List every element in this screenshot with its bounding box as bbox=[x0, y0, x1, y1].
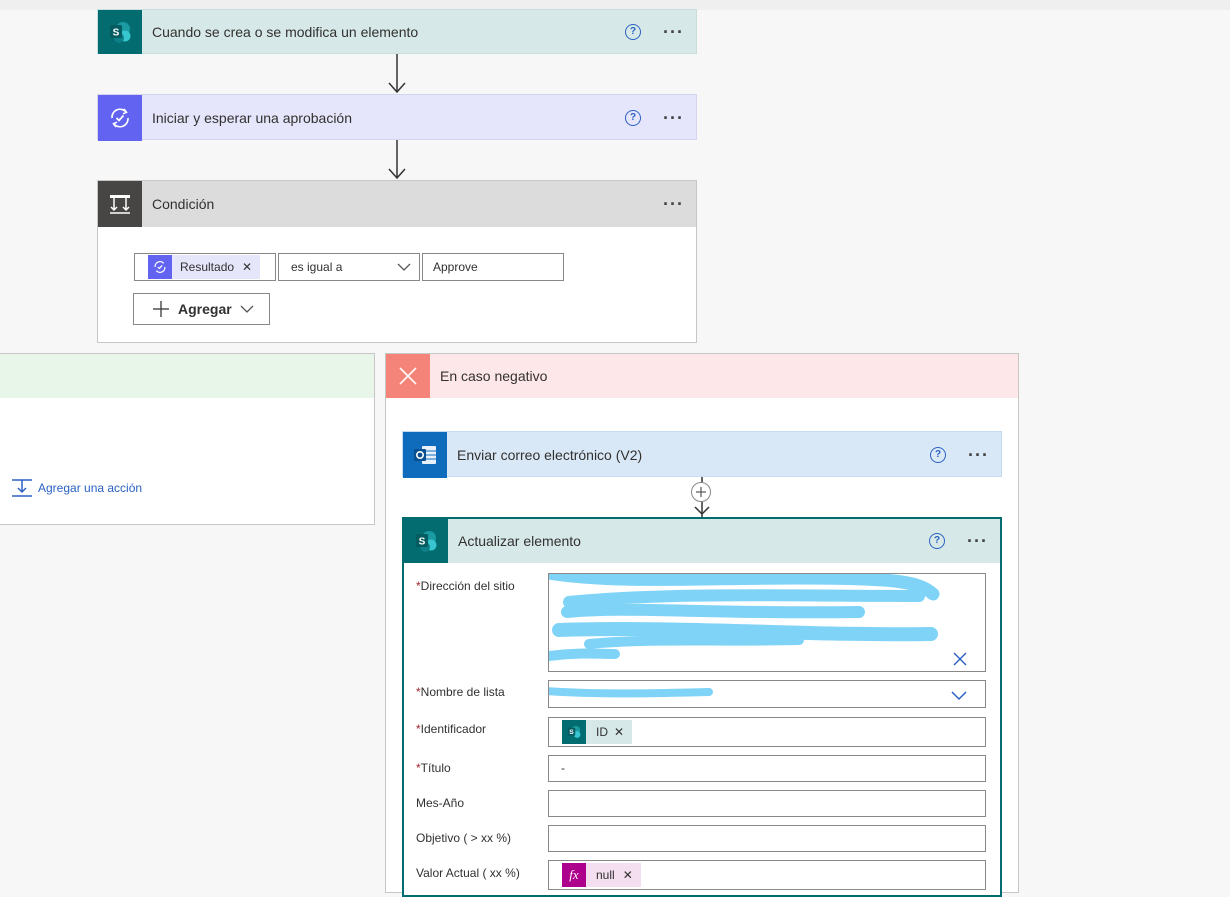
sharepoint-icon: S bbox=[562, 720, 586, 744]
list-name-field[interactable] bbox=[548, 680, 986, 708]
yes-branch: Agregar una acción bbox=[0, 353, 375, 525]
svg-text:S: S bbox=[569, 729, 574, 736]
more-options-icon[interactable]: ··· bbox=[663, 23, 684, 41]
dynamic-content-token[interactable]: Resultado ✕ bbox=[148, 255, 261, 279]
connector-arrow bbox=[388, 140, 406, 180]
no-branch-title: En caso negativo bbox=[440, 368, 548, 384]
token-label: Resultado bbox=[180, 260, 235, 274]
mes-ano-field[interactable] bbox=[548, 790, 986, 817]
svg-text:S: S bbox=[113, 28, 120, 39]
title-label: *Título bbox=[416, 761, 451, 775]
update-item-card: S Actualizar elemento ? ··· *Dirección d… bbox=[402, 517, 1002, 897]
objetivo-label: Objetivo ( > xx %) bbox=[416, 831, 512, 845]
remove-token-icon[interactable]: ✕ bbox=[242, 260, 252, 274]
add-action-label: Agregar una acción bbox=[38, 481, 143, 495]
add-action-icon bbox=[12, 479, 32, 497]
redaction-scribble bbox=[549, 574, 940, 661]
plus-icon bbox=[153, 301, 169, 317]
yes-branch-header bbox=[0, 354, 374, 398]
trigger-card[interactable]: S Cuando se crea o se modifica un elemen… bbox=[97, 9, 697, 54]
approval-title: Iniciar y esperar una aprobación bbox=[152, 110, 353, 126]
approval-icon bbox=[148, 255, 172, 279]
close-icon bbox=[386, 354, 430, 398]
clear-icon[interactable] bbox=[953, 652, 967, 666]
add-label: Agregar bbox=[178, 301, 232, 317]
identifier-label: *Identificador bbox=[416, 722, 487, 736]
redaction-scribble bbox=[549, 687, 713, 698]
more-options-icon[interactable]: ··· bbox=[968, 446, 989, 464]
help-icon[interactable]: ? bbox=[930, 447, 947, 463]
approval-icon bbox=[98, 95, 142, 141]
help-icon[interactable]: ? bbox=[625, 110, 642, 126]
add-condition-button[interactable]: Agregar bbox=[133, 293, 270, 325]
token-label: ID bbox=[596, 725, 608, 739]
svg-text:S: S bbox=[419, 537, 426, 548]
no-branch-header: En caso negativo bbox=[386, 354, 1018, 398]
help-icon[interactable]: ? bbox=[929, 533, 946, 549]
mes-ano-label: Mes-Año bbox=[416, 796, 465, 810]
sharepoint-icon: S bbox=[98, 10, 142, 54]
dynamic-content-token[interactable]: S ID ✕ bbox=[562, 720, 633, 744]
condition-title: Condición bbox=[152, 196, 215, 212]
condition-card: Condición ··· Resultado ✕ es igual a App… bbox=[97, 180, 697, 343]
title-field[interactable]: - bbox=[548, 755, 986, 782]
identifier-field[interactable]: S ID ✕ bbox=[548, 717, 986, 747]
condition-right-operand[interactable]: Approve bbox=[422, 253, 564, 281]
expression-token[interactable]: fx null ✕ bbox=[562, 863, 641, 887]
add-action-link[interactable]: Agregar una acción bbox=[11, 478, 142, 498]
more-options-icon[interactable]: ··· bbox=[663, 195, 684, 213]
outlook-icon bbox=[403, 432, 447, 478]
insert-step-plus-icon[interactable] bbox=[691, 482, 711, 502]
objetivo-field[interactable] bbox=[548, 825, 986, 852]
help-icon[interactable]: ? bbox=[625, 24, 642, 40]
chevron-down-icon bbox=[951, 691, 967, 701]
condition-left-operand[interactable]: Resultado ✕ bbox=[134, 253, 276, 281]
token-label: null bbox=[596, 868, 615, 882]
expression-icon: fx bbox=[562, 863, 586, 887]
more-options-icon[interactable]: ··· bbox=[967, 532, 988, 550]
connector-arrow bbox=[388, 54, 406, 94]
remove-token-icon[interactable]: ✕ bbox=[623, 868, 633, 882]
remove-token-icon[interactable]: ✕ bbox=[614, 725, 624, 739]
more-options-icon[interactable]: ··· bbox=[663, 109, 684, 127]
chevron-down-icon bbox=[240, 305, 254, 313]
operator-select[interactable]: es igual a bbox=[278, 253, 420, 281]
sharepoint-icon: S bbox=[404, 519, 448, 563]
valor-actual-label: Valor Actual ( xx %) bbox=[416, 866, 520, 880]
operand-value: Approve bbox=[433, 260, 478, 274]
condition-icon bbox=[98, 181, 142, 227]
site-address-field[interactable] bbox=[548, 573, 986, 672]
list-name-label: *Nombre de lista bbox=[416, 685, 505, 699]
title-value: - bbox=[561, 761, 565, 775]
operator-value: es igual a bbox=[291, 260, 343, 274]
trigger-title: Cuando se crea o se modifica un elemento bbox=[152, 24, 419, 40]
chevron-down-icon bbox=[397, 263, 411, 271]
send-email-card[interactable]: Enviar correo electrónico (V2) ? ··· bbox=[402, 431, 1002, 478]
site-address-label: *Dirección del sitio bbox=[416, 579, 515, 593]
approval-card[interactable]: Iniciar y esperar una aprobación ? ··· bbox=[97, 94, 697, 141]
update-item-title: Actualizar elemento bbox=[458, 533, 581, 549]
send-email-title: Enviar correo electrónico (V2) bbox=[457, 447, 643, 463]
